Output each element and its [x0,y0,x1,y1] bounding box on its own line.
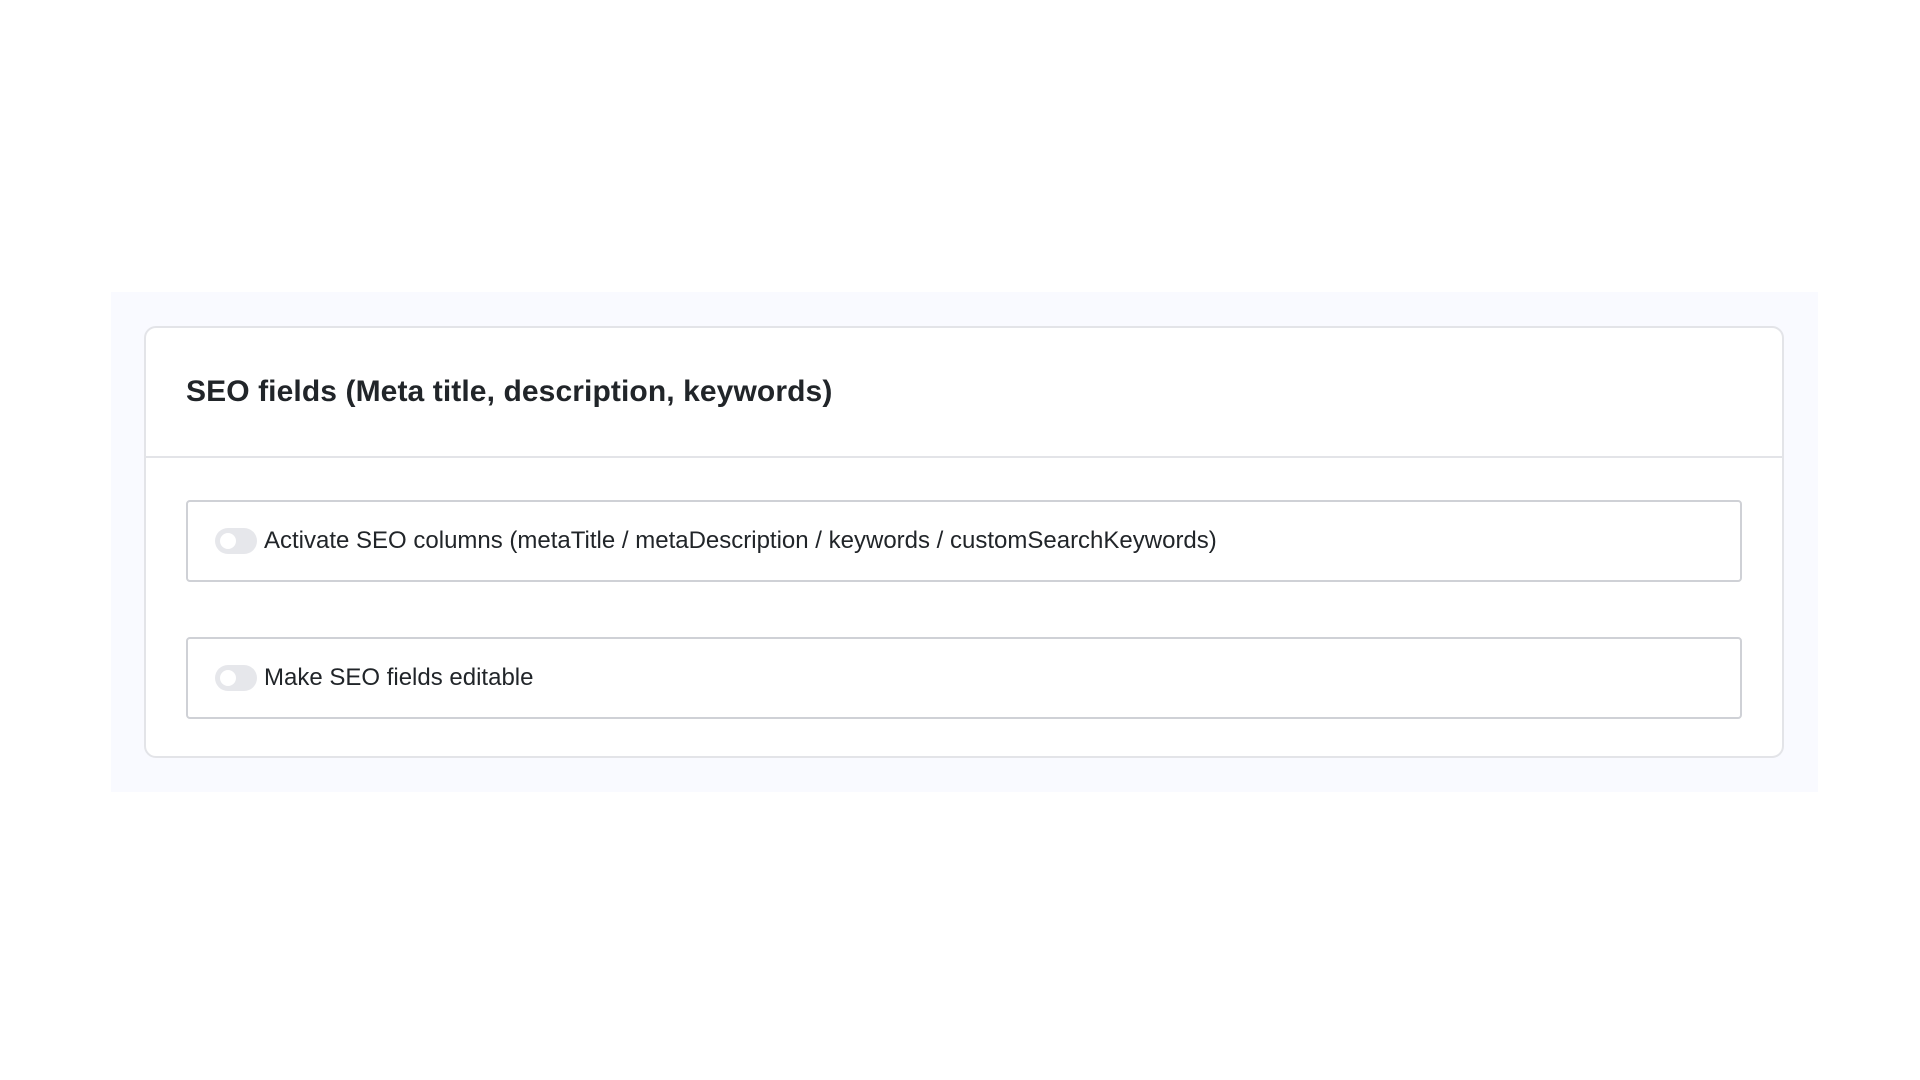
toggle-knob [220,533,236,549]
card-body: Activate SEO columns (metaTitle / metaDe… [146,458,1782,719]
card-title: SEO fields (Meta title, description, key… [186,375,833,408]
card-header: SEO fields (Meta title, description, key… [146,328,1782,458]
activate-seo-columns-label[interactable]: Activate SEO columns (metaTitle / metaDe… [264,527,1217,555]
settings-panel: SEO fields (Meta title, description, key… [111,292,1818,792]
toggle-knob [220,670,236,686]
seo-settings-card: SEO fields (Meta title, description, key… [144,326,1784,758]
make-seo-editable-label[interactable]: Make SEO fields editable [264,664,533,692]
activate-seo-columns-toggle[interactable] [215,528,257,554]
make-seo-editable-toggle[interactable] [215,665,257,691]
activate-seo-columns-option[interactable]: Activate SEO columns (metaTitle / metaDe… [186,500,1742,582]
make-seo-editable-option[interactable]: Make SEO fields editable [186,637,1742,719]
